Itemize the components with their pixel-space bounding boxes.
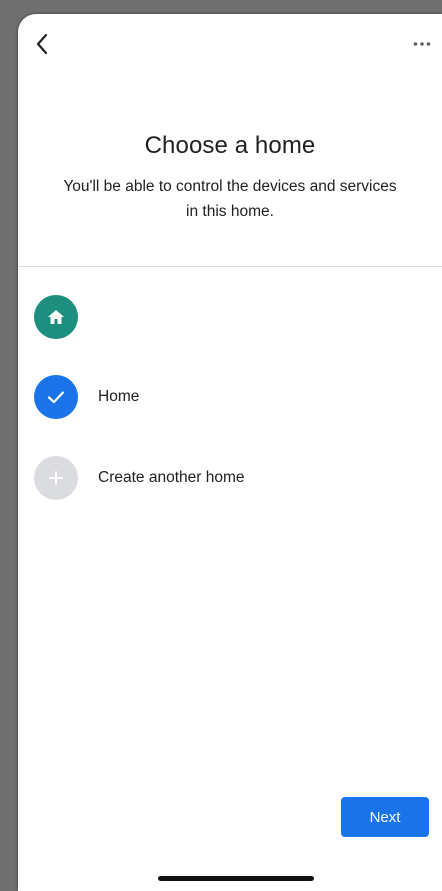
house-icon bbox=[34, 295, 78, 339]
page-subtitle: You'll be able to control the devices an… bbox=[63, 178, 397, 220]
home-list-item[interactable] bbox=[34, 294, 442, 340]
page-title: Choose a home bbox=[144, 132, 316, 159]
home-list-item-label: Home bbox=[98, 388, 140, 405]
back-button[interactable] bbox=[30, 32, 54, 56]
next-button[interactable]: Next bbox=[341, 797, 429, 837]
check-icon bbox=[34, 375, 78, 419]
divider bbox=[18, 266, 442, 267]
more-options-button[interactable] bbox=[410, 34, 434, 54]
more-horizontal-icon bbox=[413, 42, 431, 46]
app-screen: Choose a home You'll be able to control … bbox=[18, 14, 442, 891]
create-another-home-button[interactable]: Create another home bbox=[34, 455, 442, 501]
home-list-item-home[interactable]: Home bbox=[34, 374, 442, 420]
create-another-home-label: Create another home bbox=[98, 469, 245, 486]
plus-icon bbox=[34, 456, 78, 500]
home-indicator[interactable] bbox=[158, 876, 314, 881]
chevron-left-icon bbox=[36, 33, 48, 55]
